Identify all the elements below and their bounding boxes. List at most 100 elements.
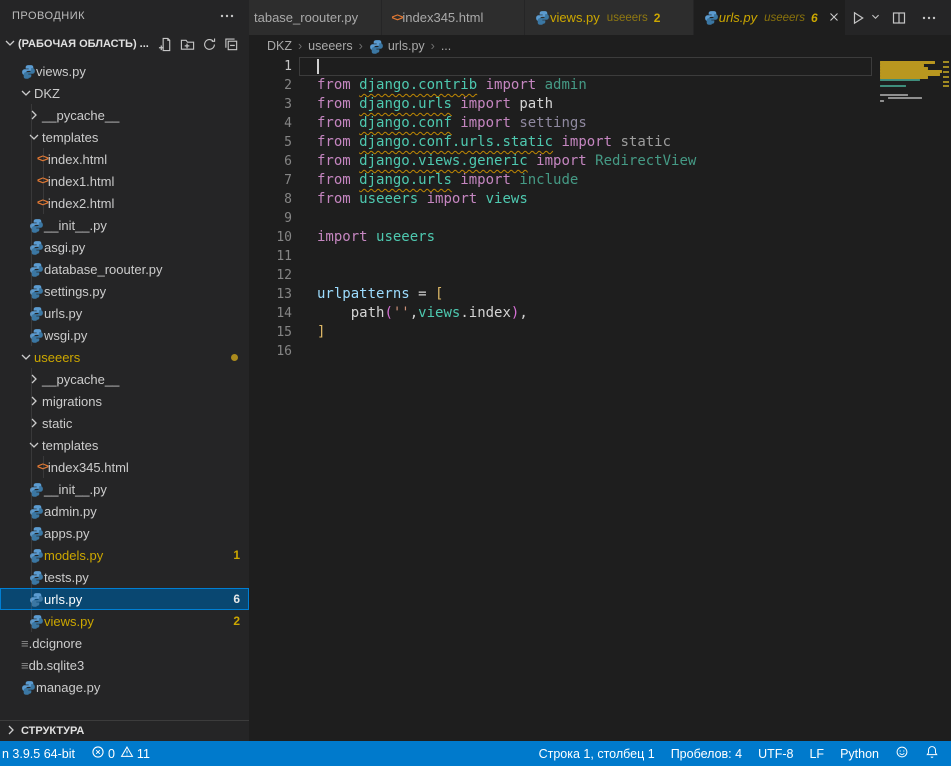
collapse-all-icon[interactable] (221, 34, 241, 54)
code-line-6: 6from django.views.generic import Redire… (249, 152, 951, 171)
code-line-16: 16 (249, 342, 951, 361)
status-feedback[interactable] (887, 741, 917, 766)
chevron-down-icon (26, 129, 42, 145)
code-editor[interactable]: 12from django.contrib import admin3from … (249, 57, 951, 741)
code-line-3: 3from django.urls import path (249, 95, 951, 114)
tree-item-index345.html[interactable]: <>index345.html (0, 456, 249, 478)
status-label: Строка 1, столбец 1 (539, 747, 655, 761)
minimap-line (880, 85, 906, 87)
code-line-7: 7from django.urls import include (249, 171, 951, 190)
status-eol[interactable]: LF (801, 741, 832, 766)
indent-guide (43, 192, 44, 214)
line-number: 11 (249, 247, 292, 266)
indent-guide (31, 280, 32, 302)
code-line-2: 2from django.contrib import admin (249, 76, 951, 95)
chevron-down-icon[interactable] (870, 10, 881, 25)
tree-item-views.py[interactable]: views.py2 (0, 610, 249, 632)
line-number: 14 (249, 304, 292, 323)
tree-item-manage.py[interactable]: manage.py (0, 676, 249, 698)
tree-item-settings.py[interactable]: settings.py (0, 280, 249, 302)
tree-item-__init__.py[interactable]: __init__.py (0, 478, 249, 500)
more-actions-icon[interactable] (217, 6, 237, 26)
status-encoding[interactable]: UTF-8 (750, 741, 801, 766)
line-number: 10 (249, 228, 292, 247)
line-number: 12 (249, 266, 292, 285)
tab-description: useeers (764, 12, 805, 24)
tab-tabase_roouter.py[interactable]: tabase_roouter.py (249, 0, 382, 35)
minimap[interactable] (872, 57, 942, 197)
code-text (292, 209, 317, 228)
tree-item-asgi.py[interactable]: asgi.py (0, 236, 249, 258)
code-line-13: 13urlpatterns = [ (249, 285, 951, 304)
explorer-title-row: ПРОВОДНИК (0, 0, 249, 32)
workspace-section-header[interactable]: (РАБОЧАЯ ОБЛАСТЬ) ... (0, 32, 249, 56)
tree-item-__pycache__[interactable]: __pycache__ (0, 368, 249, 390)
tree-item-__pycache__[interactable]: __pycache__ (0, 104, 249, 126)
tab-index345.html[interactable]: <>index345.html (382, 0, 525, 35)
code-line-10: 10import useeers (249, 228, 951, 247)
python-interpreter[interactable]: n 3.9.5 64-bit (0, 741, 83, 766)
tree-item-models.py[interactable]: models.py1 (0, 544, 249, 566)
new-file-icon[interactable] (155, 34, 175, 54)
new-folder-icon[interactable] (177, 34, 197, 54)
tree-item-templates[interactable]: templates (0, 434, 249, 456)
status-cursor-position[interactable]: Строка 1, столбец 1 (531, 741, 663, 766)
breadcrumb-item-DKZ[interactable]: DKZ (267, 39, 292, 53)
status-language-mode[interactable]: Python (832, 741, 887, 766)
minimap-line (888, 97, 922, 99)
tree-item-urls.py[interactable]: urls.py6 (0, 588, 249, 610)
indent-guide (31, 456, 32, 478)
tree-item-index1.html[interactable]: <>index1.html (0, 170, 249, 192)
breadcrumb-item-urls.py[interactable]: urls.py (369, 39, 425, 54)
tab-views.py[interactable]: views.pyuseeers2 (525, 0, 694, 35)
tree-item-wsgi.py[interactable]: wsgi.py (0, 324, 249, 346)
tree-item-views.py[interactable]: views.py (0, 60, 249, 82)
split-editor-button[interactable] (887, 8, 911, 28)
code-text (292, 247, 317, 266)
close-icon[interactable] (827, 10, 841, 26)
tree-item-label: templates (42, 130, 98, 145)
tree-item-label: models.py (44, 548, 103, 563)
chevron-right-icon (26, 393, 42, 409)
tree-item-__init__.py[interactable]: __init__.py (0, 214, 249, 236)
breadcrumb-label: ... (441, 39, 451, 53)
tree-item-.dcignore[interactable]: ≡.dcignore (0, 632, 249, 654)
refresh-icon[interactable] (199, 34, 219, 54)
tab-urls.py[interactable]: urls.pyuseeers6 (694, 0, 846, 35)
tree-item-label: DKZ (34, 86, 60, 101)
indent-guide (31, 412, 32, 434)
tree-item-static[interactable]: static (0, 412, 249, 434)
tree-item-tests.py[interactable]: tests.py (0, 566, 249, 588)
status-indentation[interactable]: Пробелов: 4 (663, 741, 750, 766)
tree-item-admin.py[interactable]: admin.py (0, 500, 249, 522)
editor-group: tabase_roouter.py<>index345.htmlviews.py… (249, 0, 951, 741)
problems-badge: 2 (233, 614, 240, 628)
tree-item-apps.py[interactable]: apps.py (0, 522, 249, 544)
problems-summary[interactable]: 011 (83, 741, 158, 766)
chevron-right-icon (3, 722, 19, 741)
html-file-icon: <> (392, 12, 403, 24)
breadcrumb-item-...[interactable]: ... (441, 39, 451, 53)
indent-guide (31, 192, 32, 214)
tree-item-DKZ[interactable]: DKZ (0, 82, 249, 104)
tree-item-urls.py[interactable]: urls.py (0, 302, 249, 324)
indent-guide (31, 478, 32, 500)
tree-item-database_roouter.py[interactable]: database_roouter.py (0, 258, 249, 280)
feedback-icon (895, 745, 909, 762)
minimap-line (880, 94, 908, 96)
run-python-file-button[interactable] (846, 8, 881, 28)
tree-item-templates[interactable]: templates (0, 126, 249, 148)
tree-item-migrations[interactable]: migrations (0, 390, 249, 412)
tree-item-label: templates (42, 438, 98, 453)
outline-section-header[interactable]: СТРУКТУРА (0, 720, 249, 741)
bell-icon (925, 745, 939, 762)
more-actions-button[interactable] (917, 8, 941, 28)
tree-item-index.html[interactable]: <>index.html (0, 148, 249, 170)
status-notifications[interactable] (917, 741, 951, 766)
breadcrumb-item-useeers[interactable]: useeers (308, 39, 352, 53)
tree-item-db.sqlite3[interactable]: ≡db.sqlite3 (0, 654, 249, 676)
chevron-down-icon (18, 349, 34, 365)
tree-item-useeers[interactable]: useeers (0, 346, 249, 368)
indent-guide (31, 324, 32, 346)
tree-item-index2.html[interactable]: <>index2.html (0, 192, 249, 214)
